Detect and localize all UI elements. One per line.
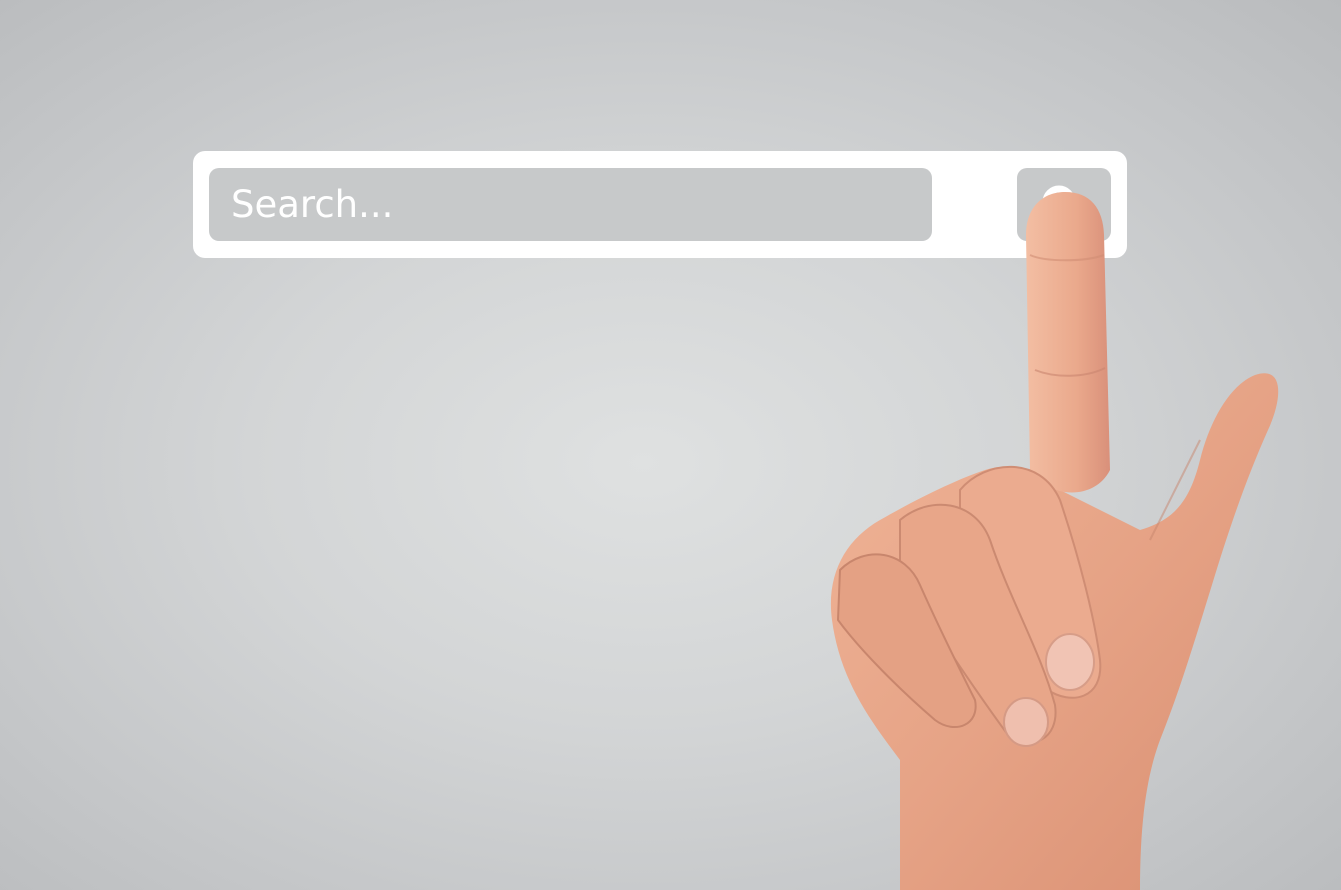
photo-background <box>0 0 1341 890</box>
pointing-hand <box>831 192 1279 890</box>
